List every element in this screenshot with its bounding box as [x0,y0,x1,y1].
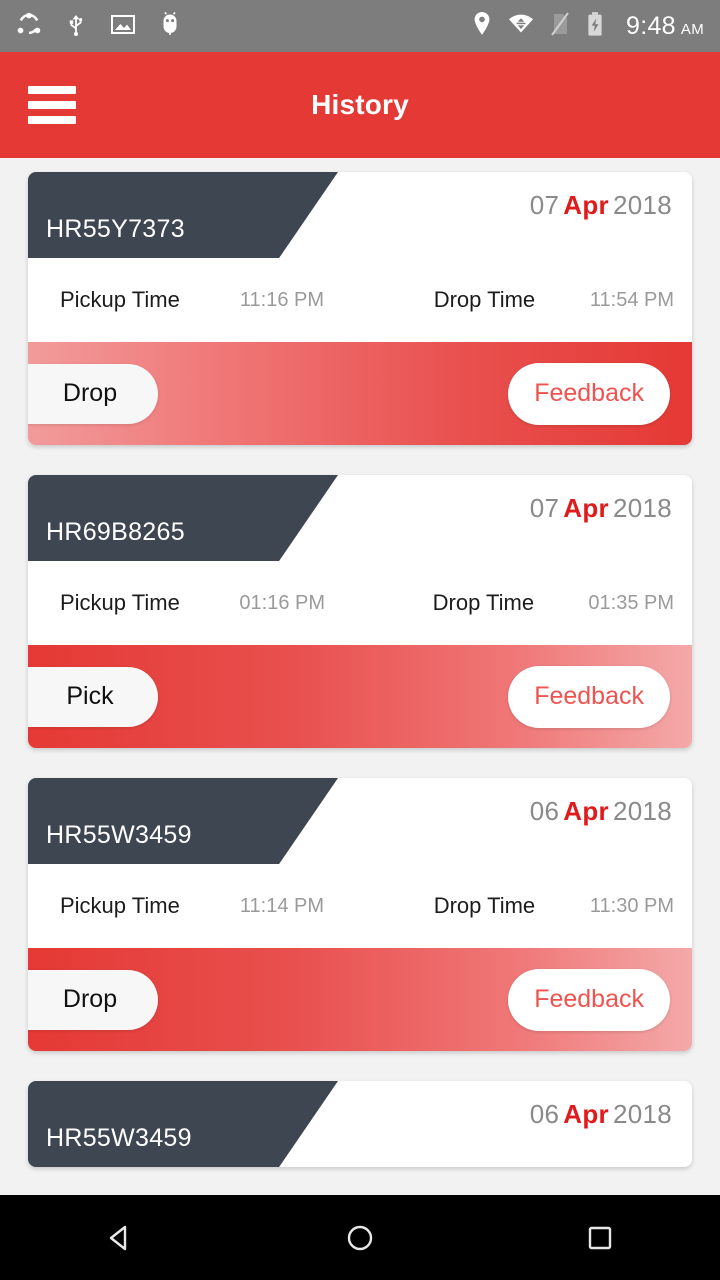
usb-icon [64,11,88,42]
feedback-button[interactable]: Feedback [508,362,670,425]
clock-time: 9:48 [626,11,676,40]
trip-date: 06 Apr 2018 [530,1099,672,1130]
drop-time-label: Drop Time [433,893,536,918]
drop-time-label: Drop Time [432,590,535,615]
trip-date-year: 2018 [612,493,672,523]
pickup-time-label: Pickup Time [60,893,180,918]
vehicle-number: HR55Y7373 [46,215,185,243]
android-navigation-bar [0,1195,720,1280]
pickup-time-value: 11:16 PM [239,288,325,311]
screenshot-image-icon [110,12,136,41]
pickup-time-label: Pickup Time [60,590,180,615]
vehicle-number: HR55W3459 [46,821,192,849]
hamburger-menu-icon[interactable] [28,86,76,124]
trip-date-month: Apr [563,493,609,523]
back-icon[interactable] [60,1195,180,1280]
pickup-time-value: 01:16 PM [239,591,326,614]
trip-date-year: 2018 [612,190,672,220]
trip-status-pill[interactable]: Drop [28,363,158,424]
trip-status-pill[interactable]: Pick [28,666,158,727]
trip-date-day: 07 [529,190,560,220]
trip-card-header: HR55W3459 06 Apr 2018 [28,1081,692,1167]
wifi-icon [508,12,534,41]
vehicle-number: HR69B8265 [46,518,185,546]
status-bar: 9:48 AM [0,0,720,52]
vehicle-number: HR55W3459 [46,1124,192,1152]
trip-date-day: 06 [529,1099,560,1129]
no-sim-signal-icon [550,11,570,42]
drop-time-value: 01:35 PM [588,591,674,614]
trip-card[interactable]: HR55Y7373 07 Apr 2018 Pickup Time 11:16 PM Dro… [28,172,692,445]
trip-card-header: HR69B8265 07 Apr 2018 [28,475,692,561]
app-bar: History [0,52,720,158]
trip-date-year: 2018 [612,796,672,826]
trip-times-row: Pickup Time 11:16 PM Drop Time 11:54 PM [28,258,692,342]
trip-date-day: 06 [529,796,560,826]
vehicle-plate-banner: HR69B8265 [28,475,338,561]
location-pin-icon [472,11,492,42]
feedback-button[interactable]: Feedback [508,665,670,728]
trip-date-year: 2018 [612,1099,672,1129]
trip-times-row: Pickup Time 11:14 PM Drop Time 11:30 PM [28,864,692,948]
trip-date: 07 Apr 2018 [530,493,672,524]
trip-date-month: Apr [563,796,609,826]
trip-date: 07 Apr 2018 [530,190,672,221]
status-bar-left-icons [16,11,182,42]
pickup-time-label: Pickup Time [60,287,180,312]
phone-screen: 9:48 AM History HR55Y7373 07 Apr 2018 Pickup… [0,0,720,1280]
drop-time-value: 11:54 PM [589,288,674,311]
hamburger-bar [28,101,76,109]
recents-icon[interactable] [540,1195,660,1280]
cast-screen-icon [16,11,42,42]
android-debug-bug-icon [158,11,182,42]
trip-card[interactable]: HR55W3459 06 Apr 2018 [28,1081,692,1167]
trip-date: 06 Apr 2018 [530,796,672,827]
page-title: History [311,89,409,120]
vehicle-plate-banner: HR55W3459 [28,1081,338,1167]
battery-charging-icon [586,11,604,42]
status-bar-right-icons: 9:48 AM [472,11,704,42]
trip-card[interactable]: HR55W3459 06 Apr 2018 Pickup Time 11:14 PM Dro… [28,778,692,1051]
trip-status-pill[interactable]: Drop [28,969,158,1030]
trip-card-header: HR55W3459 06 Apr 2018 [28,778,692,864]
clock-ampm: AM [680,20,704,38]
trip-times-row: Pickup Time 01:16 PM Drop Time 01:35 PM [28,561,692,645]
status-bar-clock: 9:48 AM [626,12,704,41]
trip-card[interactable]: HR69B8265 07 Apr 2018 Pickup Time 01:16 PM Dro… [28,475,692,748]
hamburger-bar [28,86,76,94]
trip-action-strip: Drop Feedback [28,948,692,1051]
home-icon[interactable] [300,1195,420,1280]
trip-action-strip: Drop Feedback [28,342,692,445]
drop-time-label: Drop Time [433,287,536,312]
drop-time-value: 11:30 PM [589,894,674,917]
trip-date-month: Apr [563,1099,609,1129]
feedback-button[interactable]: Feedback [508,968,670,1031]
trip-date-month: Apr [563,190,609,220]
trip-history-list[interactable]: HR55Y7373 07 Apr 2018 Pickup Time 11:16 PM Dro… [0,158,720,1195]
pickup-time-value: 11:14 PM [239,894,325,917]
hamburger-bar [28,116,76,124]
trip-card-header: HR55Y7373 07 Apr 2018 [28,172,692,258]
vehicle-plate-banner: HR55W3459 [28,778,338,864]
trip-date-day: 07 [529,493,560,523]
trip-action-strip: Pick Feedback [28,645,692,748]
vehicle-plate-banner: HR55Y7373 [28,172,338,258]
